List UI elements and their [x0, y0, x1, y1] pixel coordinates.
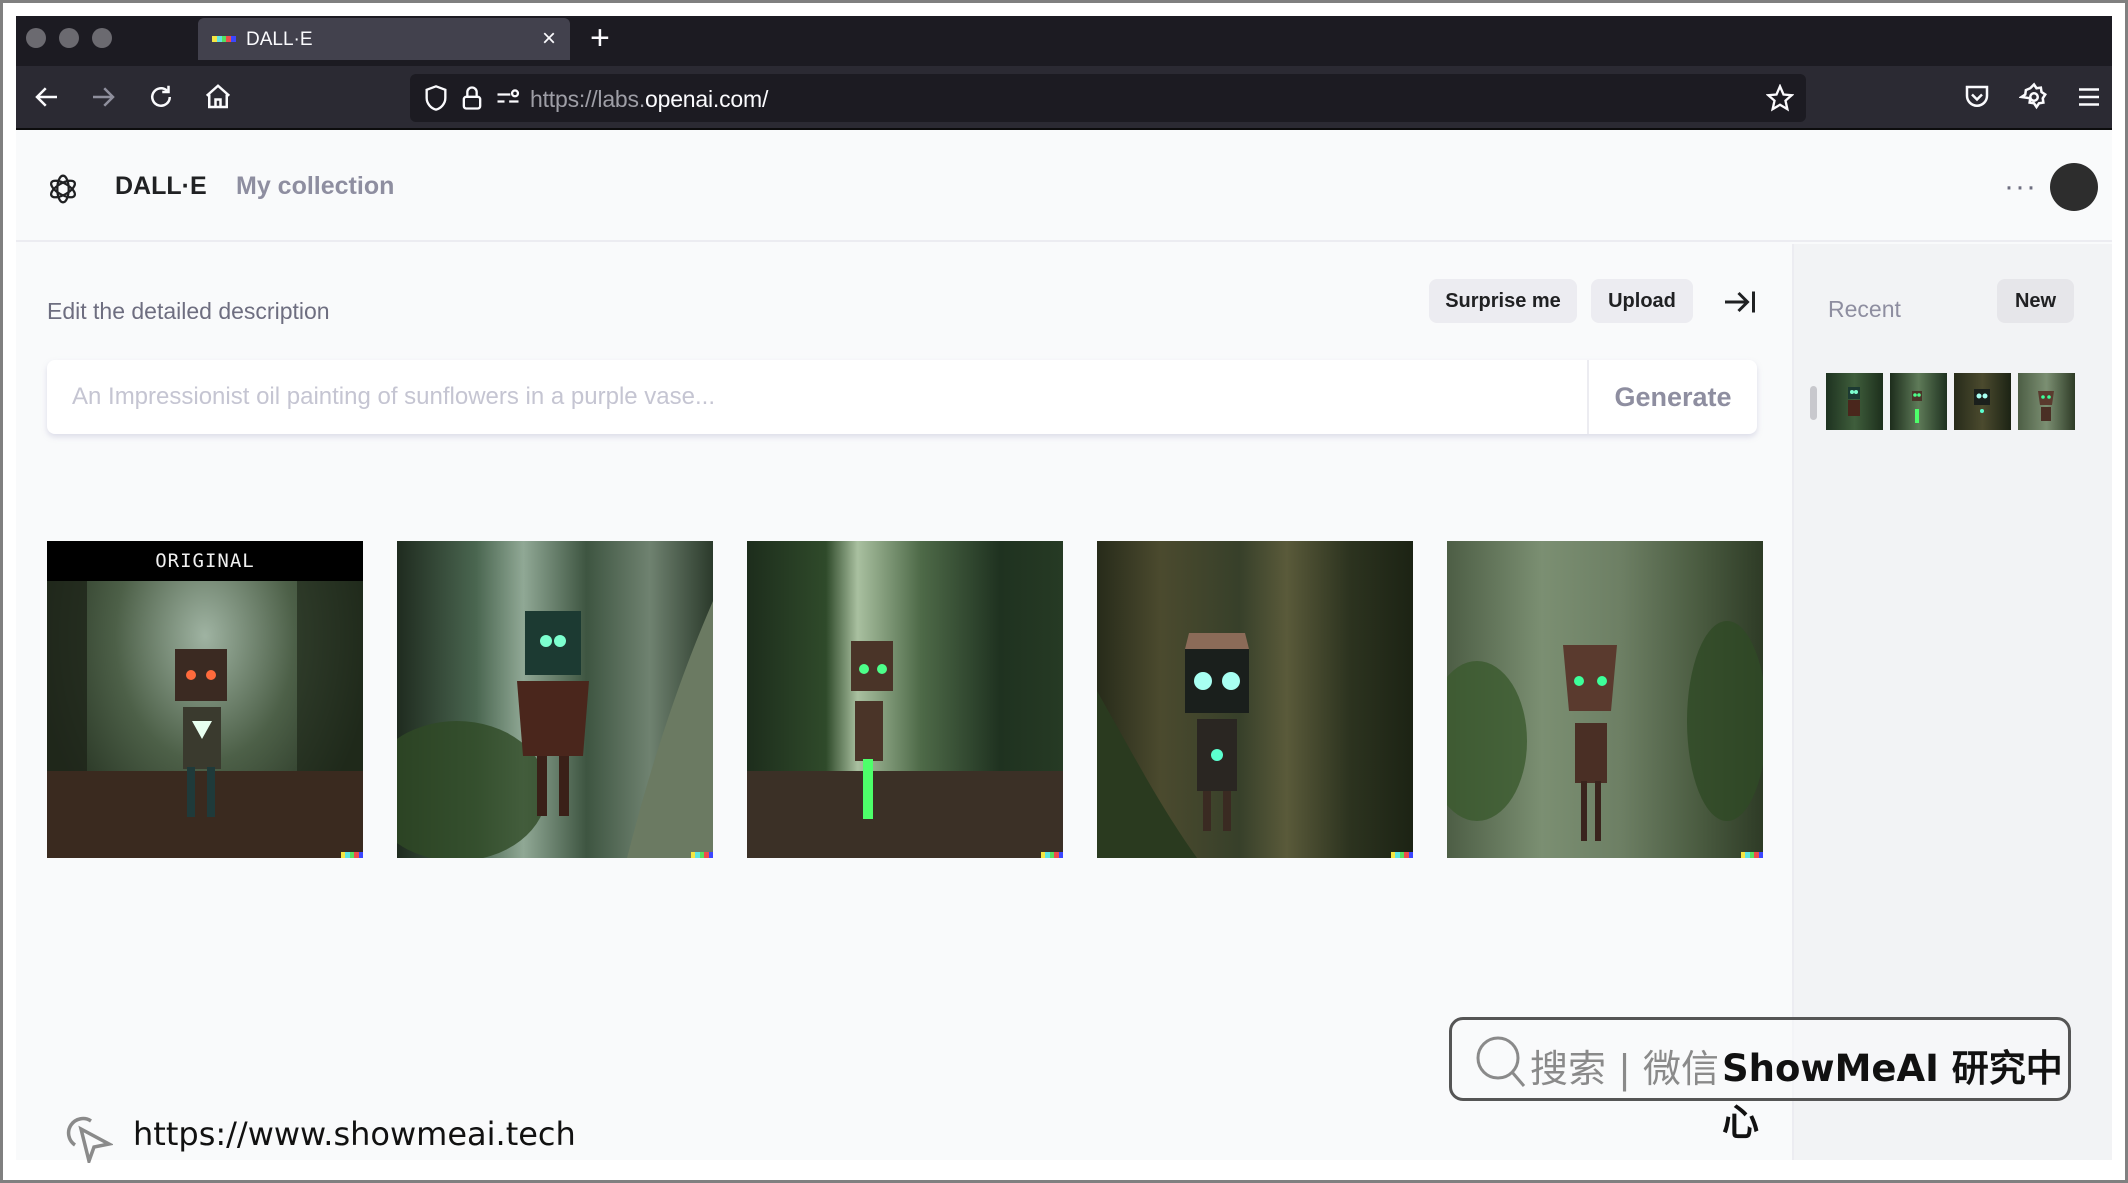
- robot-figure: [1097, 633, 1249, 858]
- robot-figure: [747, 641, 1063, 858]
- result-image-variation-1[interactable]: [397, 541, 713, 858]
- window-close-button[interactable]: [26, 28, 46, 48]
- dalle-favicon-icon: [212, 36, 236, 42]
- back-icon[interactable]: [30, 80, 64, 114]
- showmeai-search-banner: 搜索 | 微信 ShowMeAI 研究中心: [1449, 1017, 2071, 1144]
- plus-icon[interactable]: +: [590, 18, 610, 58]
- openai-logo-icon[interactable]: [44, 170, 82, 208]
- recent-thumbnail[interactable]: [2018, 373, 2075, 430]
- prompt-box: Generate: [47, 360, 1757, 434]
- browser-window: DALL·E × + https://labs.openai.com/ DALL…: [16, 16, 2112, 1160]
- search-wechat-text: 搜索 | 微信: [1530, 1047, 1719, 1091]
- robot-figure: [1447, 621, 1763, 841]
- result-image-variation-4[interactable]: [1447, 541, 1763, 858]
- forward-icon[interactable]: [86, 80, 120, 114]
- nav-my-collection[interactable]: My collection: [236, 172, 394, 201]
- new-button[interactable]: New: [1997, 279, 2074, 323]
- dalle-watermark-icon: [691, 852, 713, 858]
- collapse-sidebar-icon[interactable]: [1722, 284, 1758, 320]
- dalle-watermark-icon: [1741, 852, 1763, 858]
- app-header: DALL·E My collection ···: [16, 132, 2112, 242]
- recent-thumbnail[interactable]: [1890, 373, 1947, 430]
- prompt-input[interactable]: [47, 360, 1587, 434]
- settings-icon[interactable]: [2017, 80, 2051, 114]
- navigation-bar: https://labs.openai.com/: [16, 66, 2112, 130]
- menu-icon[interactable]: [2072, 80, 2106, 114]
- upload-button[interactable]: Upload: [1591, 279, 1693, 323]
- result-image-original[interactable]: ORIGINAL: [47, 541, 363, 858]
- brand-title[interactable]: DALL·E: [115, 172, 207, 201]
- site-url[interactable]: https://www.showmeai.tech: [133, 1115, 576, 1153]
- home-icon[interactable]: [201, 80, 235, 114]
- robot-figure: [47, 581, 363, 858]
- recent-thumbnail[interactable]: [1826, 373, 1883, 430]
- search-icon: [1476, 1036, 1526, 1087]
- showmeai-brand-text: ShowMeAI 研究中心: [1722, 1047, 2063, 1144]
- pocket-icon[interactable]: [1960, 80, 1994, 114]
- cursor-click-icon: [66, 1116, 113, 1163]
- tab-bar: DALL·E × +: [16, 16, 2112, 66]
- tab-dalle[interactable]: DALL·E ×: [198, 18, 570, 60]
- recent-thumbnail[interactable]: [1954, 373, 2011, 430]
- generate-button[interactable]: Generate: [1587, 360, 1757, 434]
- dalle-watermark-icon: [1041, 852, 1063, 858]
- original-label: ORIGINAL: [47, 541, 363, 581]
- recent-label: Recent: [1828, 296, 1901, 322]
- robot-figure: [397, 601, 713, 858]
- window-maximize-button[interactable]: [92, 28, 112, 48]
- result-image-variation-3[interactable]: [1097, 541, 1413, 858]
- permissions-icon[interactable]: [494, 84, 522, 112]
- dalle-watermark-icon: [341, 852, 363, 858]
- surprise-me-button[interactable]: Surprise me: [1429, 279, 1577, 323]
- dalle-watermark-icon: [1391, 852, 1413, 858]
- shield-icon[interactable]: [422, 84, 450, 112]
- sidebar-scrollbar[interactable]: [1810, 386, 1817, 420]
- more-options-icon[interactable]: ···: [2004, 170, 2037, 204]
- avatar[interactable]: [2050, 163, 2098, 211]
- tab-title: DALL·E: [246, 29, 313, 50]
- result-image-variation-2[interactable]: [747, 541, 1063, 858]
- window-minimize-button[interactable]: [59, 28, 79, 48]
- url-text[interactable]: https://labs.openai.com/: [530, 86, 768, 113]
- url-bar[interactable]: https://labs.openai.com/: [410, 74, 1806, 122]
- edit-description-label: Edit the detailed description: [47, 298, 330, 324]
- reload-icon[interactable]: [144, 80, 178, 114]
- star-icon[interactable]: [1766, 84, 1794, 112]
- lock-icon[interactable]: [458, 84, 486, 112]
- close-icon[interactable]: ×: [542, 25, 556, 53]
